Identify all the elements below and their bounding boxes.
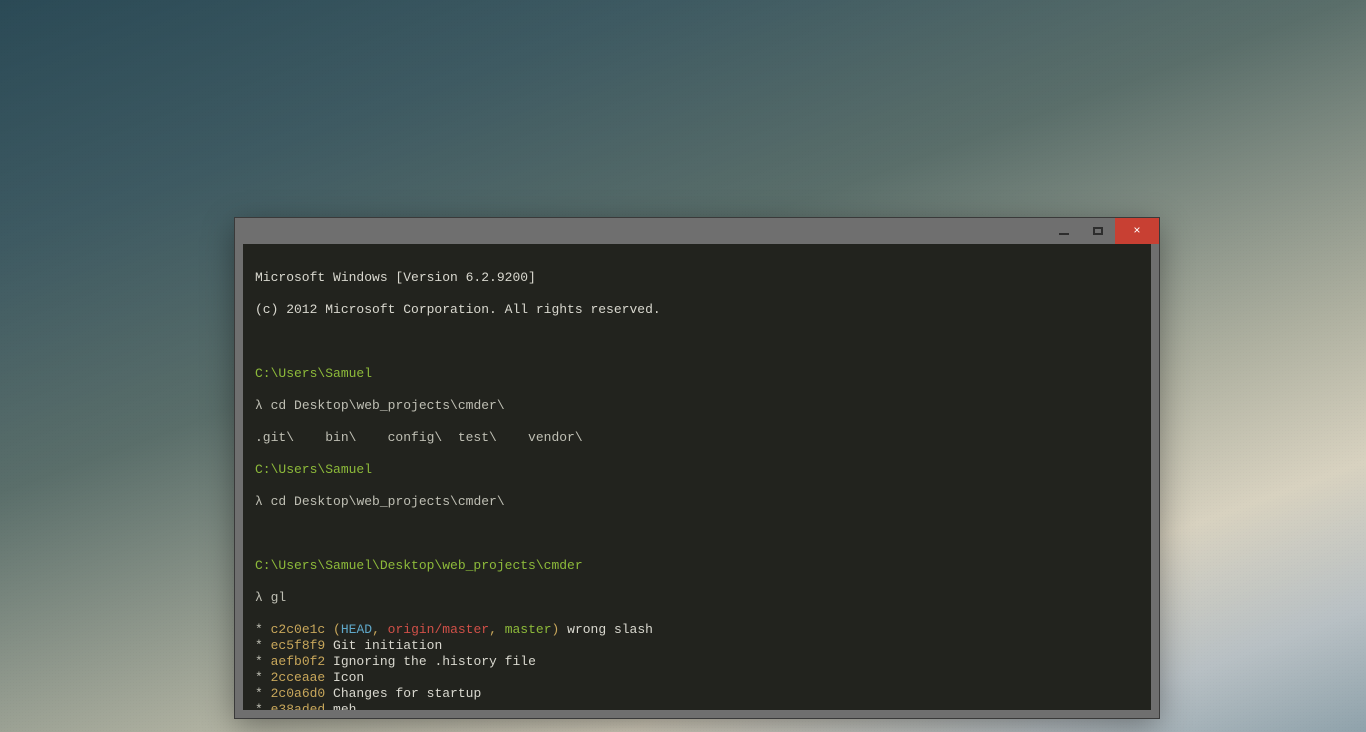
maximize-icon	[1093, 227, 1103, 235]
minimize-button[interactable]	[1047, 218, 1081, 244]
git-log-line: * aefb0f2 Ignoring the .history file	[255, 654, 1139, 670]
prompt-line: λ cd Desktop\web_projects\cmder\	[255, 494, 1139, 510]
git-log-line: * 2cceaae Icon	[255, 670, 1139, 686]
commit-hash: ec5f8f9	[271, 638, 326, 653]
close-icon: ×	[1133, 224, 1140, 238]
commit-message: Changes for startup	[333, 686, 481, 701]
prompt-path: C:\Users\Samuel\Desktop\web_projects\cmd…	[255, 558, 1139, 574]
blank-line	[255, 334, 1139, 350]
commit-hash: 2c0a6d0	[271, 686, 326, 701]
commit-message: Ignoring the .history file	[333, 654, 536, 669]
commit-hash: e38aded	[271, 702, 326, 710]
commit-message: wrong slash	[567, 622, 653, 637]
git-log-line: * e38aded meh	[255, 702, 1139, 710]
commit-hash: aefb0f2	[271, 654, 326, 669]
git-log-line: * 2c0a6d0 Changes for startup	[255, 686, 1139, 702]
commit-message: meh	[333, 702, 356, 710]
titlebar[interactable]: ×	[235, 218, 1159, 244]
commit-hash: c2c0e1c	[271, 622, 326, 637]
git-log-line: * c2c0e1c (HEAD, origin/master, master) …	[255, 622, 1139, 638]
commit-message: Git initiation	[333, 638, 442, 653]
commit-hash: 2cceaae	[271, 670, 326, 685]
prompt-line: λ cd Desktop\web_projects\cmder\	[255, 398, 1139, 414]
banner-line: Microsoft Windows [Version 6.2.9200]	[255, 270, 1139, 286]
git-log-line: * ec5f8f9 Git initiation	[255, 638, 1139, 654]
commit-message: Icon	[333, 670, 364, 685]
prompt-path: C:\Users\Samuel	[255, 366, 1139, 382]
minimize-icon	[1059, 233, 1069, 235]
blank-line	[255, 526, 1139, 542]
dir-listing: .git\ bin\ config\ test\ vendor\	[255, 430, 1139, 446]
terminal-window: × Microsoft Windows [Version 6.2.9200] (…	[235, 218, 1159, 718]
git-log: * c2c0e1c (HEAD, origin/master, master) …	[255, 622, 1139, 710]
maximize-button[interactable]	[1081, 218, 1115, 244]
close-button[interactable]: ×	[1115, 218, 1159, 244]
prompt-path: C:\Users\Samuel	[255, 462, 1139, 478]
terminal-output[interactable]: Microsoft Windows [Version 6.2.9200] (c)…	[243, 244, 1151, 710]
prompt-line: λ gl	[255, 590, 1139, 606]
banner-line: (c) 2012 Microsoft Corporation. All righ…	[255, 302, 1139, 318]
